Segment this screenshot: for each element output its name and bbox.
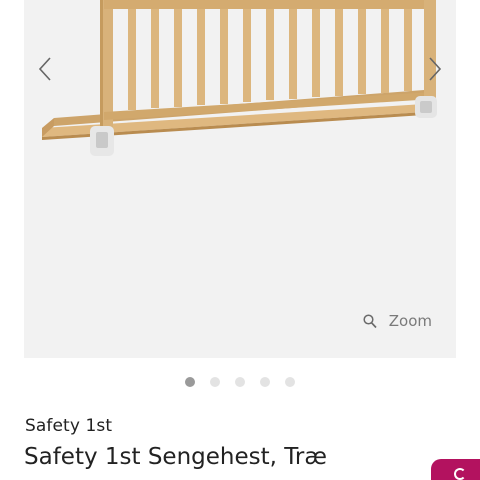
gallery-dot[interactable] [185, 377, 195, 387]
magnifier-icon [363, 313, 377, 329]
chevron-right-icon [428, 56, 442, 86]
gallery-dot[interactable] [235, 377, 245, 387]
left-post-edge [100, 0, 103, 128]
image-gallery[interactable]: Zoom [24, 0, 456, 358]
gallery-pagination [0, 377, 480, 387]
product-page: Zoom Safety 1st Safety 1st Sengehest, Tr… [0, 0, 480, 480]
action-icon [454, 468, 466, 480]
product-title: Safety 1st Sengehest, Træ [24, 444, 327, 470]
gallery-dot[interactable] [260, 377, 270, 387]
floating-action-button[interactable] [431, 459, 480, 480]
front-hinge [90, 126, 114, 156]
back-hinge [415, 96, 437, 118]
zoom-button[interactable]: Zoom [363, 312, 432, 330]
next-image-button[interactable] [420, 56, 450, 86]
product-image [42, 0, 437, 156]
gallery-dot[interactable] [210, 377, 220, 387]
zoom-label: Zoom [388, 312, 432, 330]
top-rail [104, 0, 434, 9]
previous-image-button[interactable] [30, 56, 60, 86]
gallery-dot[interactable] [285, 377, 295, 387]
product-brand[interactable]: Safety 1st [25, 416, 112, 436]
chevron-left-icon [38, 56, 52, 86]
